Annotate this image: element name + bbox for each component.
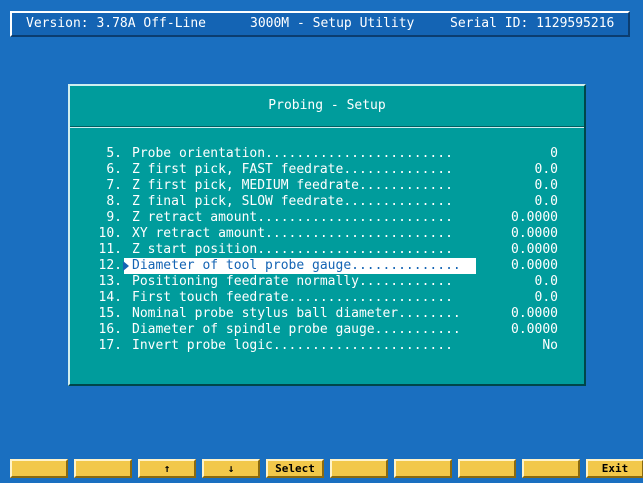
setting-number: 6.: [106, 162, 122, 177]
setting-number: 8.: [106, 194, 122, 209]
setting-label: Z final pick, SLOW feedrate.............…: [132, 194, 453, 209]
setting-row[interactable]: 17. Invert probe logic...................…: [70, 338, 584, 354]
function-key-8[interactable]: [458, 459, 516, 478]
setting-value: 0.0000: [511, 322, 558, 337]
select-button[interactable]: Select: [266, 459, 324, 478]
function-key-1[interactable]: [10, 459, 68, 478]
setting-label: Z first pick, MEDIUM feedrate...........…: [132, 178, 453, 193]
setting-value: 0.0: [534, 274, 558, 289]
setting-value: 0.0: [534, 162, 558, 177]
setting-value: No: [542, 338, 558, 353]
setting-label: First touch feedrate....................…: [132, 290, 453, 305]
setting-label: Invert probe logic......................…: [132, 338, 453, 353]
title-bar: Version: 3.78A Off-Line 3000M - Setup Ut…: [10, 11, 630, 37]
setting-label: Nominal probe stylus ball diameter......…: [132, 306, 461, 321]
function-key-6[interactable]: [330, 459, 388, 478]
setting-number: 7.: [106, 178, 122, 193]
setting-row[interactable]: 5. Probe orientation.....................…: [70, 146, 584, 162]
setting-row[interactable]: 7. Z first pick, MEDIUM feedrate.........…: [70, 178, 584, 194]
version-label: Version: 3.78A Off-Line: [26, 16, 207, 31]
function-key-bar: ↑ ↓ Select Exit: [10, 459, 643, 478]
app-title: 3000M - Setup Utility: [250, 16, 415, 31]
setting-value: 0.0000: [511, 242, 558, 257]
serial-id: Serial ID: 1129595216: [450, 16, 615, 31]
function-key-2[interactable]: [74, 459, 132, 478]
probing-setup-panel: Probing - Setup 5. Probe orientation.....…: [68, 84, 586, 386]
setting-row[interactable]: 10. XY retract amount....................…: [70, 226, 584, 242]
setting-label: Diameter of tool probe gauge............…: [124, 258, 476, 274]
setting-value: 0: [550, 146, 558, 161]
setting-number: 15.: [98, 306, 122, 321]
down-arrow-button[interactable]: ↓: [202, 459, 260, 478]
setting-value: 0.0000: [511, 258, 558, 273]
setting-value: 0.0000: [511, 226, 558, 241]
setting-row[interactable]: 6. Z first pick, FAST feedrate...........…: [70, 162, 584, 178]
setting-label: Diameter of spindle probe gauge.........…: [132, 322, 461, 337]
setting-label: Probe orientation.......................…: [132, 146, 453, 161]
setting-number: 12.: [98, 258, 122, 273]
setting-number: 5.: [106, 146, 122, 161]
setting-row[interactable]: 15. Nominal probe stylus ball diameter...…: [70, 306, 584, 322]
setting-number: 10.: [98, 226, 122, 241]
function-key-7[interactable]: [394, 459, 452, 478]
setting-value: 0.0: [534, 178, 558, 193]
setting-value: 0.0000: [511, 210, 558, 225]
exit-button[interactable]: Exit: [586, 459, 643, 478]
setting-number: 14.: [98, 290, 122, 305]
setting-number: 13.: [98, 274, 122, 289]
setting-number: 16.: [98, 322, 122, 337]
setting-number: 9.: [106, 210, 122, 225]
setting-row[interactable]: 14. First touch feedrate.................…: [70, 290, 584, 306]
setting-label: Z first pick, FAST feedrate.............…: [132, 162, 453, 177]
setting-label: XY retract amount.......................…: [132, 226, 453, 241]
setting-label: Positioning feedrate normally...........…: [132, 274, 453, 289]
setting-value: 0.0: [534, 290, 558, 305]
selection-pointer-icon: [123, 261, 129, 271]
setting-label: Z start position........................…: [132, 242, 453, 257]
setting-label: Z retract amount........................…: [132, 210, 453, 225]
panel-divider: [70, 126, 584, 128]
setting-number: 17.: [98, 338, 122, 353]
setting-row[interactable]: 11. Z start position.....................…: [70, 242, 584, 258]
setting-row[interactable]: 16. Diameter of spindle probe gauge......…: [70, 322, 584, 338]
setting-row[interactable]: 13. Positioning feedrate normally........…: [70, 274, 584, 290]
function-key-9[interactable]: [522, 459, 580, 478]
panel-title: Probing - Setup: [268, 98, 386, 113]
setting-value: 0.0000: [511, 306, 558, 321]
setting-value: 0.0: [534, 194, 558, 209]
setting-row[interactable]: 8. Z final pick, SLOW feedrate...........…: [70, 194, 584, 210]
setting-row[interactable]: 9. Z retract amount......................…: [70, 210, 584, 226]
setting-row[interactable]: 12. Diameter of tool probe gauge.........…: [70, 258, 584, 274]
setting-number: 11.: [98, 242, 122, 257]
up-arrow-button[interactable]: ↑: [138, 459, 196, 478]
